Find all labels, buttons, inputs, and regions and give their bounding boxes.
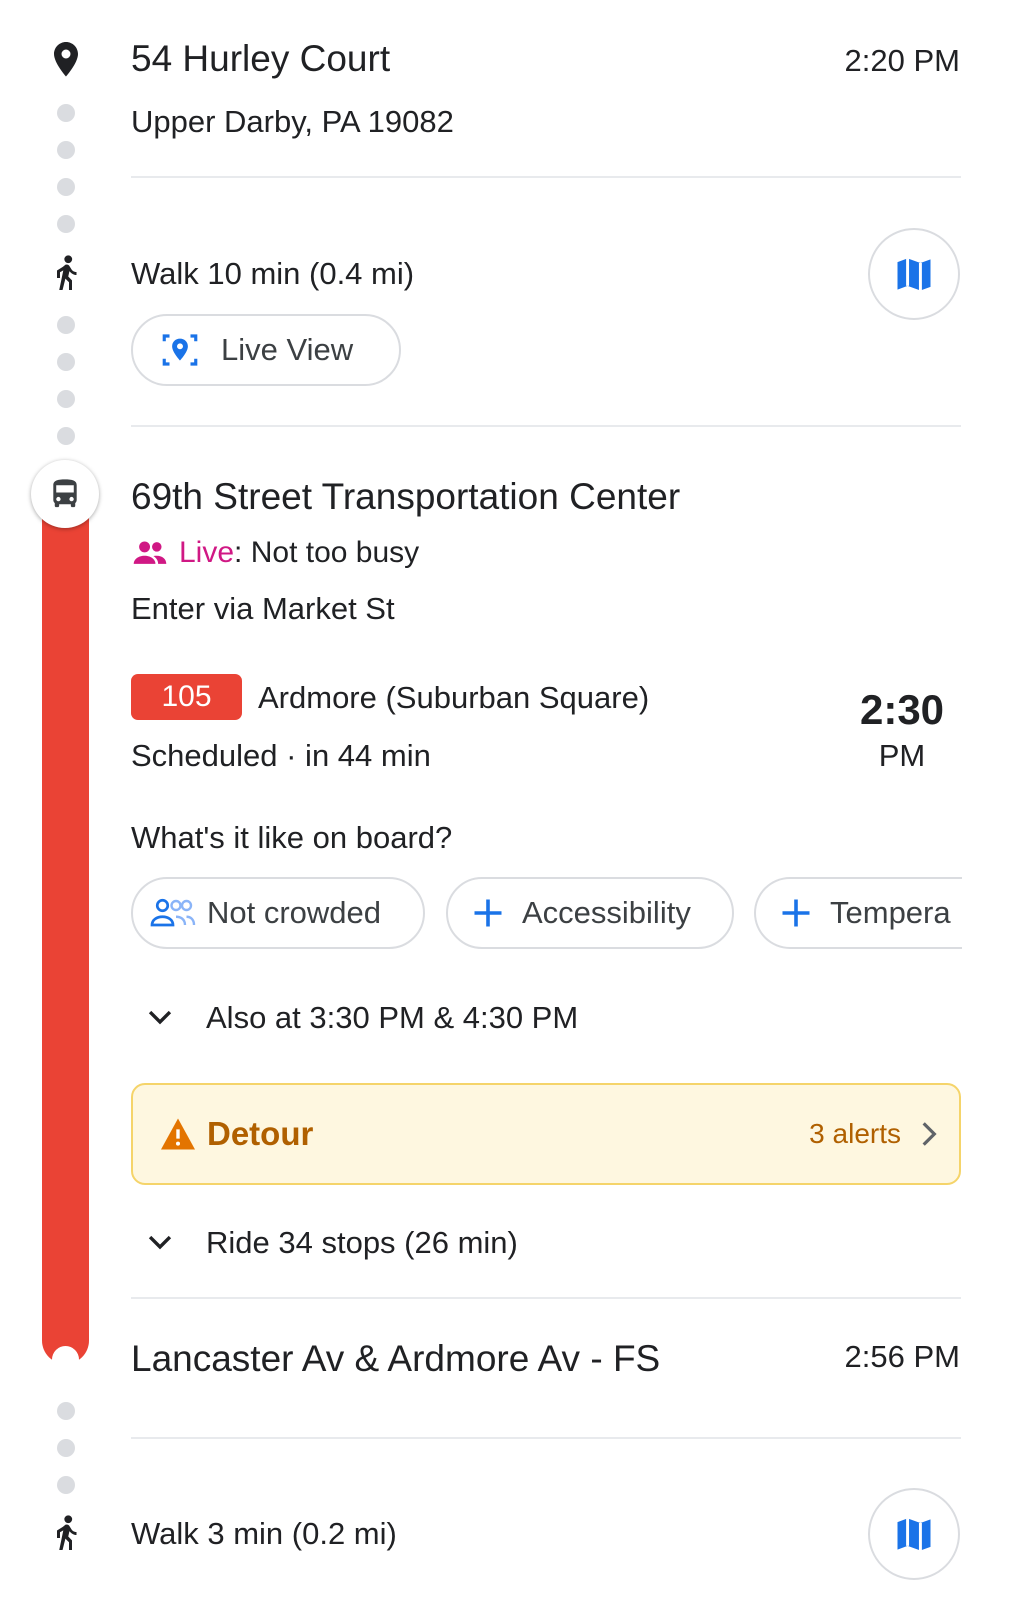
departure-status: Scheduled · in 44 min xyxy=(131,738,431,773)
alert-title: Detour xyxy=(207,1115,314,1152)
chip-label: Not crowded xyxy=(207,895,382,930)
transit-route-line xyxy=(42,496,89,1364)
bus-stop-marker xyxy=(31,460,99,528)
route-destination: Ardmore (Suburban Square) xyxy=(258,680,650,715)
origin-address: Upper Darby, PA 19082 xyxy=(131,104,454,139)
timeline-dot xyxy=(57,141,75,159)
people-icon xyxy=(131,538,169,568)
bus-icon xyxy=(47,475,83,513)
detour-alert[interactable]: Detour 3 alerts xyxy=(131,1083,961,1185)
divider xyxy=(131,425,961,427)
walking-person-icon xyxy=(48,254,84,296)
departure-time: 2:30 PM xyxy=(842,684,962,776)
walk-instruction: Walk 10 min (0.4 mi) xyxy=(131,256,415,291)
station-name: 69th Street Transportation Center xyxy=(131,476,681,517)
origin-time: 2:20 PM xyxy=(844,43,960,78)
alert-count: 3 alerts xyxy=(809,1118,901,1149)
map-button[interactable] xyxy=(868,1488,960,1580)
walking-person-icon xyxy=(48,1514,84,1556)
ride-stops-text: Ride 34 stops (26 min) xyxy=(206,1225,518,1260)
timeline-dot xyxy=(57,316,75,334)
origin-name: 54 Hurley Court xyxy=(131,38,391,79)
chip-scroll-edge xyxy=(962,870,1016,960)
also-at-text: Also at 3:30 PM & 4:30 PM xyxy=(206,1000,579,1035)
timeline-dot xyxy=(57,104,75,122)
location-pin-icon xyxy=(48,40,84,80)
timeline-dot xyxy=(57,1402,75,1420)
map-button[interactable] xyxy=(868,228,960,320)
live-busyness: Live : Not too busy xyxy=(131,536,419,570)
timeline-dot xyxy=(57,215,75,233)
plus-icon xyxy=(470,895,506,931)
live-view-icon xyxy=(159,329,201,371)
departure-time-ampm: PM xyxy=(878,738,926,773)
route-badge[interactable]: 105 xyxy=(131,674,242,720)
onboard-question: What's it like on board? xyxy=(131,820,453,855)
chevron-down-icon xyxy=(143,1000,177,1034)
divider xyxy=(131,1437,961,1439)
entrance-info: Enter via Market St xyxy=(131,591,395,626)
map-icon xyxy=(892,252,936,296)
route-number: 105 xyxy=(161,680,212,713)
people-icon xyxy=(149,898,197,928)
busyness-text: : Not too busy xyxy=(234,536,420,569)
divider xyxy=(131,176,961,178)
ride-stops-row[interactable]: Ride 34 stops (26 min) xyxy=(131,1215,961,1271)
arrival-stop-name: Lancaster Av & Ardmore Av - FS xyxy=(131,1338,661,1379)
timeline-dot xyxy=(57,1439,75,1457)
chip-not-crowded[interactable]: Not crowded xyxy=(131,877,425,949)
timeline-dot xyxy=(57,1476,75,1494)
timeline-dot xyxy=(57,427,75,445)
live-label: Live xyxy=(179,536,235,569)
timeline-dot xyxy=(57,390,75,408)
chevron-right-icon xyxy=(915,1118,943,1150)
map-icon xyxy=(892,1512,936,1556)
chevron-down-icon xyxy=(143,1225,177,1259)
walk-instruction: Walk 3 min (0.2 mi) xyxy=(131,1516,397,1551)
live-view-button[interactable]: Live View xyxy=(131,314,401,386)
arrival-time: 2:56 PM xyxy=(844,1339,960,1374)
timeline-dot xyxy=(57,178,75,196)
stop-marker xyxy=(52,1346,79,1373)
warning-icon xyxy=(159,1117,197,1151)
divider xyxy=(131,1297,961,1299)
also-at-row[interactable]: Also at 3:30 PM & 4:30 PM xyxy=(131,990,961,1046)
live-view-label: Live View xyxy=(221,332,354,367)
plus-icon xyxy=(778,895,814,931)
chip-accessibility[interactable]: Accessibility xyxy=(446,877,734,949)
chip-label: Tempera xyxy=(830,895,951,930)
departure-time-value: 2:30 xyxy=(859,686,945,733)
chip-label: Accessibility xyxy=(522,895,691,930)
timeline-dot xyxy=(57,353,75,371)
